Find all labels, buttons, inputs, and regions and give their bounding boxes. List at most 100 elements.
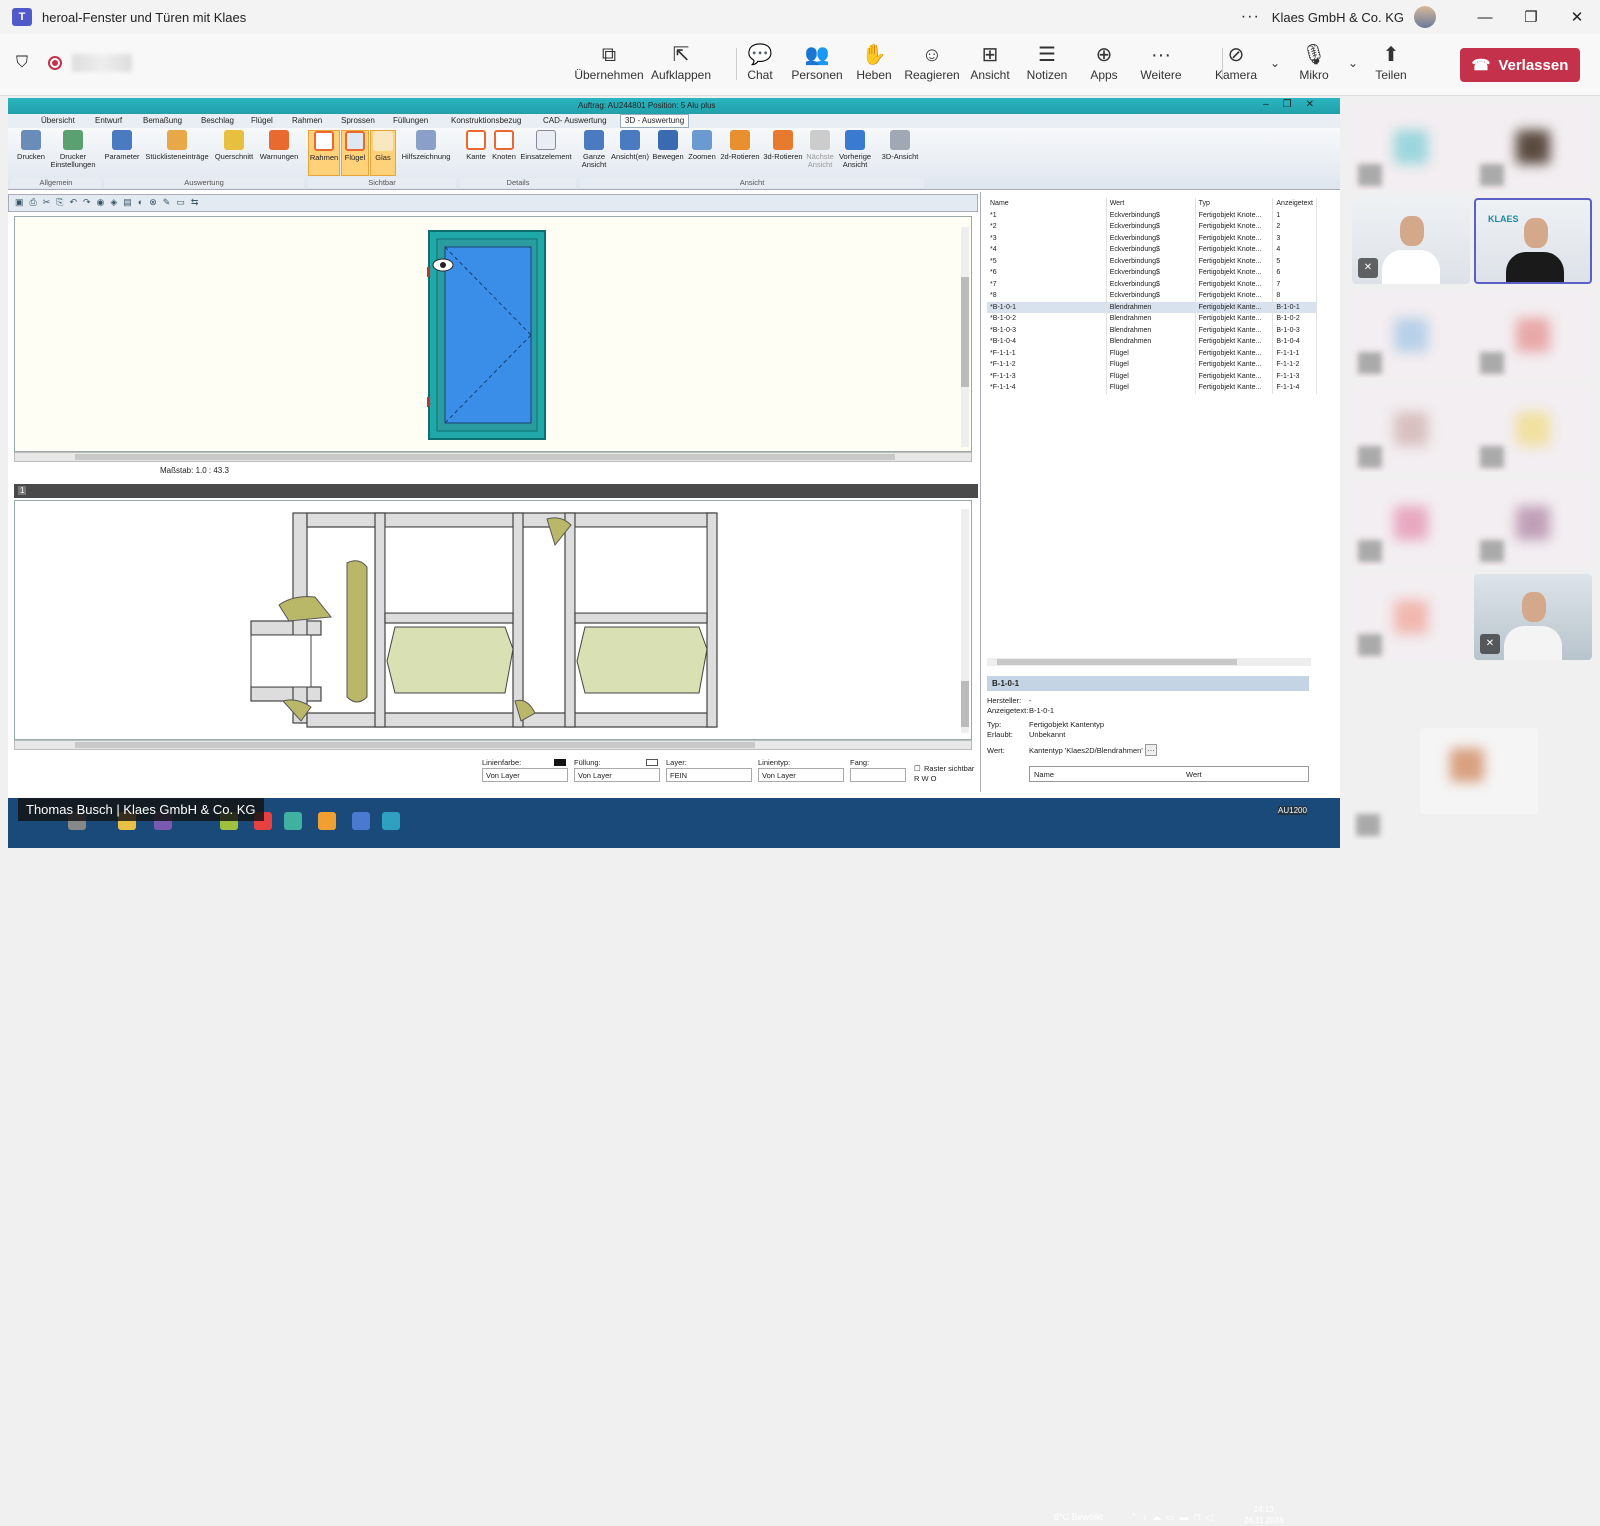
move-button[interactable]: Bewegen	[651, 130, 685, 161]
takeover-button[interactable]: ⧉ Übernehmen	[574, 42, 644, 82]
participant-overflow[interactable]	[1352, 800, 1392, 840]
mic-button[interactable]: 🎙 Mikro	[1279, 42, 1349, 82]
table-scrollbar[interactable]	[987, 658, 1311, 666]
table-row[interactable]: *B-1-0-3 Blendrahmen Fertigobjekt Kante...…	[987, 324, 1317, 336]
drawing-tools-icon[interactable]: ▣⎙✂⎘↶↷◉◈▤◐⊗✎▭⇆	[15, 197, 204, 208]
table-row[interactable]: *4 Eckverbindung$ Fertigobjekt Knote... 4	[987, 244, 1317, 256]
layer-select[interactable]: FEIN	[666, 768, 752, 782]
front-view-canvas[interactable]	[14, 216, 972, 452]
table-row[interactable]: *B-1-0-2 Blendrahmen Fertigobjekt Kante...…	[987, 313, 1317, 325]
tab-konstruktionsbezug[interactable]: Konstruktionsbezug	[451, 116, 521, 125]
table-row[interactable]: *2 Eckverbindung$ Fertigobjekt Knote... 2	[987, 221, 1317, 233]
participant-tile[interactable]	[1352, 574, 1470, 660]
edge-button[interactable]: Kante	[463, 130, 489, 161]
subtable-col-name[interactable]: Name	[1034, 770, 1054, 779]
more-button[interactable]: ··· Weitere	[1126, 42, 1196, 82]
subtable-col-wert[interactable]: Wert	[1186, 770, 1202, 779]
raster-checkbox[interactable]: ☐	[914, 764, 921, 773]
participant-tile[interactable]	[1474, 480, 1592, 566]
clock[interactable]: 14:13 28.11.2024	[1244, 1504, 1283, 1526]
participant-tile[interactable]	[1474, 386, 1592, 472]
camera-button[interactable]: ⊘ Kamera	[1201, 42, 1271, 82]
participant-tile[interactable]	[1474, 104, 1592, 190]
previous-view-button[interactable]: Vorherige Ansicht	[836, 130, 874, 169]
maximize-button[interactable]: ❐	[1508, 8, 1554, 26]
table-row[interactable]: *3 Eckverbindung$ Fertigobjekt Knote... 3	[987, 232, 1317, 244]
splitter[interactable]: 1	[14, 484, 978, 498]
table-row[interactable]: *7 Eckverbindung$ Fertigobjekt Knote... 7	[987, 278, 1317, 290]
col-wert[interactable]: Wert	[1106, 198, 1196, 210]
app-icon[interactable]	[352, 812, 370, 830]
col-typ[interactable]: Typ	[1195, 198, 1274, 210]
tab-entwurf[interactable]: Entwurf	[95, 116, 122, 125]
warnings-button[interactable]: Warnungen	[256, 130, 302, 161]
raster-options[interactable]: R W O	[914, 774, 937, 783]
participant-video-active[interactable]: KLAES	[1474, 198, 1592, 284]
minimize-button[interactable]: —	[1462, 9, 1508, 26]
app-icon[interactable]	[318, 812, 336, 830]
weather[interactable]: 8°C Bewölkt	[1054, 1512, 1103, 1522]
app-window-controls[interactable]: –❐✕	[1263, 99, 1328, 110]
node-button[interactable]: Knoten	[490, 130, 518, 161]
self-view-tile[interactable]	[1420, 728, 1538, 814]
table-row[interactable]: *8 Eckverbindung$ Fertigobjekt Knote... 8	[987, 290, 1317, 302]
klaes-app-icon[interactable]	[382, 812, 400, 830]
line-type-select[interactable]: Von Layer	[758, 768, 844, 782]
frame-toggle[interactable]: Rahmen	[308, 130, 340, 176]
printer-settings-button[interactable]: Drucker Einstellungen	[48, 130, 98, 169]
avatar[interactable]	[1414, 6, 1436, 28]
participant-video[interactable]: ✕	[1474, 574, 1592, 660]
close-button[interactable]: ✕	[1554, 8, 1600, 26]
table-row[interactable]: *F-1-1-2 Flügel Fertigobjekt Kante... F-1-1…	[987, 359, 1317, 371]
snap-select[interactable]	[850, 768, 906, 782]
table-row[interactable]: *F-1-1-3 Flügel Fertigobjekt Kante... F-1-1…	[987, 370, 1317, 382]
cross-section-button[interactable]: Querschnitt	[212, 130, 256, 161]
more-options-icon[interactable]: ···	[1241, 8, 1260, 26]
participant-tile[interactable]	[1474, 292, 1592, 378]
table-row[interactable]: *6 Eckverbindung$ Fertigobjekt Knote... 6	[987, 267, 1317, 279]
glass-toggle[interactable]: Glas	[370, 130, 396, 176]
parameter-button[interactable]: Parameter	[104, 130, 140, 161]
shield-icon[interactable]: ⛉	[16, 54, 28, 72]
col-anzeigetext[interactable]: Anzeigetext	[1272, 198, 1317, 210]
horizontal-scrollbar[interactable]	[14, 740, 972, 750]
table-row[interactable]: *F-1-1-1 Flügel Fertigobjekt Kante... F-1-1…	[987, 347, 1317, 359]
table-row[interactable]: *B-1-0-4 Blendrahmen Fertigobjekt Kante...…	[987, 336, 1317, 348]
table-row[interactable]: *1 Eckverbindung$ Fertigobjekt Knote... 1	[987, 209, 1317, 221]
participant-tile[interactable]	[1352, 292, 1470, 378]
tab-fuellungen[interactable]: Füllungen	[393, 116, 428, 125]
tab-uebersicht[interactable]: Übersicht	[41, 116, 75, 125]
tab-beschlag[interactable]: Beschlag	[201, 116, 234, 125]
tab-sprossen[interactable]: Sprossen	[341, 116, 375, 125]
fill-swatch[interactable]	[646, 759, 658, 766]
zoom-button[interactable]: Zoomen	[686, 130, 718, 161]
share-button[interactable]: ⬆ Teilen	[1356, 42, 1426, 82]
table-row[interactable]: *5 Eckverbindung$ Fertigobjekt Knote... 5	[987, 255, 1317, 267]
line-color-select[interactable]: Von Layer	[482, 768, 568, 782]
app-icon[interactable]	[284, 812, 302, 830]
horizontal-scrollbar[interactable]	[14, 452, 972, 462]
browse-button[interactable]: …	[1145, 744, 1157, 756]
participant-video[interactable]: ✕	[1352, 198, 1470, 284]
whole-view-button[interactable]: Ganze Ansicht	[580, 130, 608, 169]
tab-bemassung[interactable]: Bemaßung	[143, 116, 182, 125]
next-view-button[interactable]: Nächste Ansicht	[806, 130, 834, 169]
views-button[interactable]: Ansicht(en)	[610, 130, 650, 161]
table-row[interactable]: *B-1-0-1 Blendrahmen Fertigobjekt Kante...…	[987, 301, 1317, 313]
leave-button[interactable]: ☎ Verlassen	[1460, 48, 1580, 82]
rotate-2d-button[interactable]: 2d-Rotieren	[719, 130, 761, 161]
tab-cad-auswertung[interactable]: CAD- Auswertung	[543, 116, 607, 125]
tray-icons[interactable]: ⌃♪☁▭▬⊓◁	[1130, 1512, 1218, 1523]
sash-toggle[interactable]: Flügel	[341, 130, 369, 176]
fill-select[interactable]: Von Layer	[574, 768, 660, 782]
tab-3d-auswertung[interactable]: 3D - Auswertung	[620, 114, 690, 128]
participant-tile[interactable]	[1352, 480, 1470, 566]
tab-fluegel[interactable]: Flügel	[251, 116, 273, 125]
popout-button[interactable]: ⇱ Aufklappen	[646, 42, 716, 82]
table-row[interactable]: *F-1-1-4 Flügel Fertigobjekt Kante... F-1-1…	[987, 382, 1317, 394]
tab-rahmen[interactable]: Rahmen	[292, 116, 322, 125]
print-button[interactable]: Drucken	[14, 130, 48, 161]
participant-tile[interactable]	[1352, 104, 1470, 190]
parts-list-button[interactable]: Stücklisteneinträge	[142, 130, 212, 161]
rotate-3d-button[interactable]: 3d-Rotieren	[762, 130, 804, 161]
